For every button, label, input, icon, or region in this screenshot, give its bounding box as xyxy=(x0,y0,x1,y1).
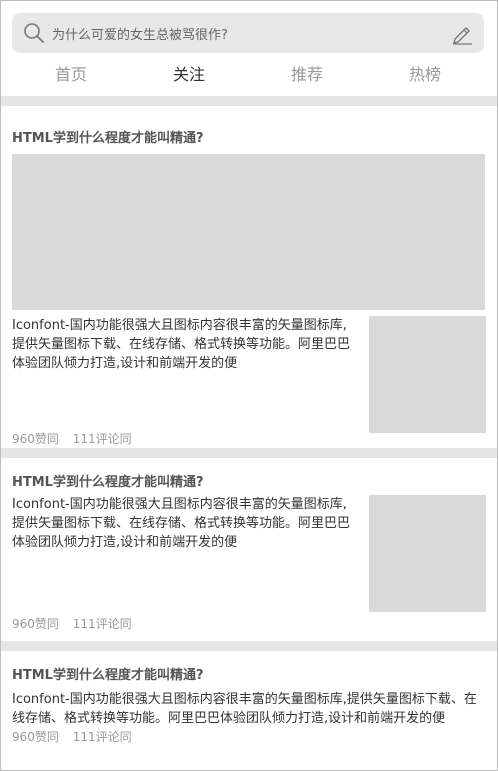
likes-count: 960赞同 xyxy=(12,617,59,631)
tab-home[interactable]: 首页 xyxy=(12,61,130,89)
divider xyxy=(1,448,497,458)
card-meta: 960赞同 111评论同 xyxy=(12,615,142,632)
feed-card[interactable]: HTML学到什么程度才能叫精通? Iconfont-国内功能很强大且图标内容很丰… xyxy=(1,106,497,448)
header: 为什么可爱的女生总被骂很作? 首页 关注 推荐 热榜 xyxy=(1,1,497,96)
likes-count: 960赞同 xyxy=(12,432,59,446)
card-thumbnail[interactable] xyxy=(369,495,486,612)
search-placeholder[interactable]: 为什么可爱的女生总被骂很作? xyxy=(52,24,448,43)
feed-card[interactable]: HTML学到什么程度才能叫精通? Iconfont-国内功能很强大且图标内容很丰… xyxy=(1,651,497,770)
divider xyxy=(1,96,497,106)
card-title[interactable]: HTML学到什么程度才能叫精通? xyxy=(12,130,486,148)
pencil-icon[interactable] xyxy=(448,19,476,47)
feed-card[interactable]: HTML学到什么程度才能叫精通? Iconfont-国内功能很强大且图标内容很丰… xyxy=(1,458,497,641)
tab-trending[interactable]: 热榜 xyxy=(366,61,484,89)
card-excerpt: Iconfont-国内功能很强大且图标内容很丰富的矢量图标库,提供矢量图标下载、… xyxy=(12,497,351,550)
comments-count[interactable]: 111评论同 xyxy=(73,432,132,446)
card-excerpt: Iconfont-国内功能很强大且图标内容很丰富的矢量图标库,提供矢量图标下载、… xyxy=(12,692,477,726)
card-title[interactable]: HTML学到什么程度才能叫精通? xyxy=(12,667,486,685)
comments-count[interactable]: 111评论同 xyxy=(73,730,132,744)
comments-count[interactable]: 111评论同 xyxy=(73,617,132,631)
divider xyxy=(1,641,497,651)
card-meta: 960赞同 111评论同 xyxy=(12,430,142,447)
tab-bar: 首页 关注 推荐 热榜 xyxy=(12,61,484,89)
search-icon xyxy=(22,21,46,45)
likes-count: 960赞同 xyxy=(12,730,59,744)
card-thumbnail[interactable] xyxy=(369,316,486,433)
card-body: Iconfont-国内功能很强大且图标内容很丰富的矢量图标库,提供矢量图标下载、… xyxy=(12,495,486,612)
card-meta: 960赞同 111评论同 xyxy=(12,728,486,745)
tab-recommend[interactable]: 推荐 xyxy=(248,61,366,89)
card-excerpt: Iconfont-国内功能很强大且图标内容很丰富的矢量图标库,提供矢量图标下载、… xyxy=(12,318,351,371)
card-cover-image[interactable] xyxy=(12,154,485,310)
tab-following[interactable]: 关注 xyxy=(130,61,248,89)
card-body: Iconfont-国内功能很强大且图标内容很丰富的矢量图标库,提供矢量图标下载、… xyxy=(12,316,486,433)
app-page: 为什么可爱的女生总被骂很作? 首页 关注 推荐 热榜 HTML学到什么程度才能叫… xyxy=(0,0,498,771)
card-title[interactable]: HTML学到什么程度才能叫精通? xyxy=(12,474,486,492)
search-bar[interactable]: 为什么可爱的女生总被骂很作? xyxy=(12,13,484,53)
